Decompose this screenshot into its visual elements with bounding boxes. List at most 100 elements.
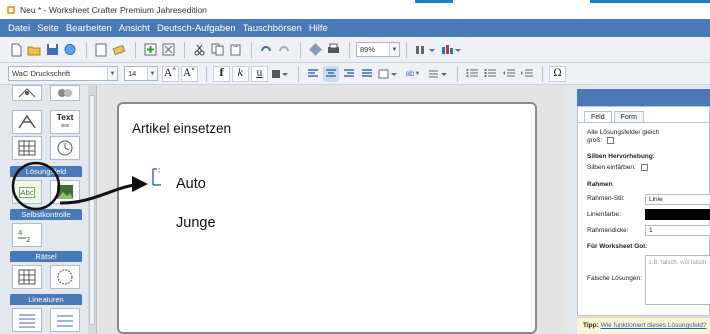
main-toolbar: 89% ▼ — [0, 37, 710, 63]
open-folder-icon[interactable] — [26, 42, 42, 58]
bullet-list-icon[interactable] — [464, 66, 480, 82]
crossword-tool-icon[interactable] — [12, 265, 42, 289]
font-size-value: 14 — [128, 69, 137, 78]
delete-page-icon[interactable] — [160, 42, 176, 58]
diagram-tool-icon[interactable] — [12, 85, 42, 101]
redo-icon[interactable] — [276, 42, 292, 58]
syllable-checkbox[interactable] — [640, 164, 648, 171]
worksheet-canvas[interactable]: Artikel einsetzen Auto Junge — [97, 85, 565, 334]
solution-field-tool-button[interactable]: Abc — [12, 180, 42, 204]
frame-thickness-input[interactable]: 1 — [645, 225, 710, 236]
line-spacing-icon[interactable] — [427, 66, 449, 82]
frame-style-label: Rahmen-Stil: — [587, 195, 625, 202]
align-center-icon[interactable] — [323, 65, 339, 82]
worksheet-page[interactable]: Artikel einsetzen Auto Junge — [117, 102, 537, 334]
menu-tauschboersen[interactable]: Tauschbörsen — [243, 23, 302, 34]
properties-tabs: Feld Form — [578, 107, 709, 123]
chevron-down-icon: ▼ — [147, 67, 157, 80]
menu-bearbeiten[interactable]: Bearbeiten — [66, 23, 112, 34]
sidebar-scrollbar[interactable] — [88, 85, 96, 334]
format-toolbar: WaC Druckschrift ▼ 14 ▼ A˄ A˅ f k u ab ▼ … — [0, 63, 710, 85]
window-title: Neu * - Worksheet Crafter Premium Jahres… — [20, 4, 207, 15]
frame-style-select[interactable]: Linie — [645, 194, 710, 205]
special-characters-button[interactable]: Ω — [549, 65, 566, 82]
frame-section-title: Rahmen — [587, 181, 613, 188]
title-accent — [415, 0, 453, 3]
share-icon[interactable] — [62, 42, 78, 58]
worksheet-heading[interactable]: Artikel einsetzen — [132, 121, 231, 136]
font-family-select[interactable]: WaC Druckschrift ▼ — [8, 66, 118, 81]
indent-increase-icon[interactable] — [518, 66, 534, 82]
copy-icon[interactable] — [209, 42, 225, 58]
align-right-icon[interactable] — [341, 66, 357, 82]
font-size-select[interactable]: 14 ▼ — [124, 66, 158, 81]
lineatur-1-icon[interactable] — [12, 308, 42, 332]
text-tool-button[interactable]: Text ≡≡ — [50, 110, 80, 134]
arrange-objects-icon[interactable] — [439, 42, 463, 58]
table-tool-icon[interactable] — [12, 136, 42, 160]
group-header-raetsel: Rätsel — [10, 251, 82, 262]
frame-thickness-label: Rahmendicke: — [587, 227, 629, 234]
menu-datei[interactable]: Datei — [8, 23, 30, 34]
bold-button[interactable]: f — [213, 65, 230, 82]
page-setup-icon[interactable] — [93, 42, 109, 58]
line-color-swatch[interactable] — [645, 209, 710, 220]
solution-field-marker-icon[interactable] — [151, 166, 163, 188]
puzzle-tool-icon[interactable] — [50, 265, 80, 289]
print-icon[interactable] — [325, 42, 341, 58]
paste-icon[interactable] — [227, 42, 243, 58]
border-style-icon[interactable] — [377, 66, 399, 82]
text-color-icon[interactable] — [270, 66, 290, 82]
new-document-icon[interactable] — [8, 42, 24, 58]
menu-seite[interactable]: Seite — [37, 23, 59, 34]
tab-form[interactable]: Form — [613, 111, 644, 122]
picture-solution-icon[interactable] — [50, 180, 80, 204]
cut-icon[interactable] — [191, 42, 207, 58]
menu-hilfe[interactable]: Hilfe — [309, 23, 328, 34]
line-color-label: Linienfarbe: — [587, 211, 621, 218]
indent-decrease-icon[interactable] — [500, 66, 516, 82]
add-page-icon[interactable] — [142, 42, 158, 58]
zoom-select[interactable]: 89% ▼ — [356, 42, 400, 57]
syllable-button[interactable]: ab ▼ — [401, 66, 425, 82]
lineatur-2-icon[interactable] — [50, 308, 80, 332]
clock-tool-icon[interactable] — [50, 136, 80, 160]
align-justify-icon[interactable] — [359, 66, 375, 82]
save-icon[interactable] — [44, 42, 60, 58]
image-tool-icon[interactable] — [50, 85, 80, 101]
syllable-section-title: Silben Hervorhebung: — [587, 153, 655, 160]
erase-icon[interactable] — [111, 42, 127, 58]
worksheet-gol-section-title: Für Worksheet Gol: — [587, 243, 648, 250]
numbered-list-icon[interactable] — [482, 66, 498, 82]
wrong-solutions-input[interactable]: z.B. falsch, voll falsch — [645, 255, 710, 305]
align-objects-icon[interactable] — [413, 42, 437, 58]
menu-deutsch-aufgaben[interactable]: Deutsch-Aufgaben — [157, 23, 236, 34]
group-header-loesungsfeld: Lösungsfeld — [10, 166, 82, 177]
group-header-lineaturen: Lineaturen — [10, 294, 82, 305]
underline-button[interactable]: u — [251, 65, 268, 82]
word-auto[interactable]: Auto — [176, 176, 206, 192]
grow-font-button[interactable]: A˄ — [162, 65, 179, 82]
italic-button[interactable]: k — [232, 65, 249, 82]
undo-icon[interactable] — [258, 42, 274, 58]
svg-text:4: 4 — [18, 229, 23, 237]
shrink-font-button[interactable]: A˅ — [181, 65, 198, 82]
title-accent-right — [590, 0, 710, 3]
chevron-down-icon: ▼ — [107, 67, 117, 80]
group-header-selbstkontrolle: Selbstkontrolle — [10, 209, 82, 220]
same-size-checkbox[interactable] — [606, 137, 614, 144]
title-bar: Neu * - Worksheet Crafter Premium Jahres… — [0, 0, 710, 19]
self-check-tool-icon[interactable]: 42 — [12, 223, 42, 247]
zoom-value: 89% — [360, 45, 376, 54]
arrow-tool-icon[interactable] — [12, 110, 42, 134]
tip-bar: Tipp: Wie funktioniert dieses Lösungsfel… — [577, 317, 710, 334]
tab-feld[interactable]: Feld — [584, 111, 612, 122]
tip-help-link[interactable]: Wie funktioniert dieses Lösungsfeld? — [601, 322, 707, 329]
word-junge[interactable]: Junge — [176, 215, 216, 231]
tools-icon[interactable] — [307, 42, 323, 58]
align-left-icon[interactable] — [305, 66, 321, 82]
properties-panel: Feld Form Alle Lösungsfelder gleich groß… — [565, 85, 710, 334]
menu-ansicht[interactable]: Ansicht — [119, 23, 150, 34]
menu-bar: Datei Seite Bearbeiten Ansicht Deutsch-A… — [0, 19, 710, 37]
tip-label: Tipp: — [583, 322, 599, 329]
